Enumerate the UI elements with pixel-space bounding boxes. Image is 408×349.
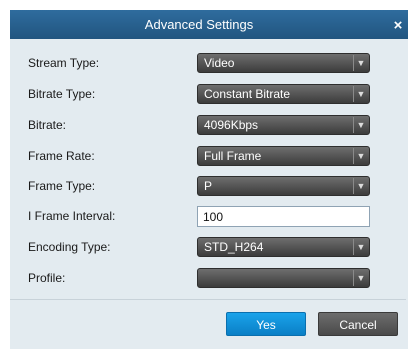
chevron-down-icon[interactable]: ▼ <box>353 178 368 194</box>
chevron-down-icon[interactable]: ▼ <box>353 117 368 133</box>
frame-rate-label: Frame Rate: <box>28 149 95 163</box>
profile-select[interactable]: ▼ <box>197 268 370 288</box>
i-frame-interval-input[interactable] <box>197 206 370 227</box>
frame-rate-value: Full Frame <box>204 149 262 163</box>
close-icon[interactable]: × <box>390 10 406 39</box>
title-bar: Advanced Settings × <box>10 10 408 39</box>
bitrate-type-value: Constant Bitrate <box>204 87 291 101</box>
bitrate-type-select[interactable]: Constant Bitrate ▼ <box>197 84 370 104</box>
i-frame-interval-label: I Frame Interval: <box>28 209 116 223</box>
stream-type-label: Stream Type: <box>28 56 100 70</box>
bitrate-label: Bitrate: <box>28 118 67 132</box>
bitrate-type-label: Bitrate Type: <box>28 87 96 101</box>
dialog-title: Advanced Settings <box>144 17 254 32</box>
chevron-down-icon[interactable]: ▼ <box>353 270 368 286</box>
yes-button[interactable]: Yes <box>226 312 306 336</box>
frame-rate-select[interactable]: Full Frame ▼ <box>197 146 370 166</box>
profile-label: Profile: <box>28 271 66 285</box>
advanced-settings-dialog: Advanced Settings × Stream Type: Video ▼… <box>0 0 408 349</box>
footer-divider <box>10 299 406 300</box>
bitrate-select[interactable]: 4096Kbps ▼ <box>197 115 370 135</box>
frame-type-select[interactable]: P ▼ <box>197 176 370 196</box>
frame-type-value: P <box>204 179 213 193</box>
chevron-down-icon[interactable]: ▼ <box>353 148 368 164</box>
stream-type-select[interactable]: Video ▼ <box>197 53 370 73</box>
encoding-type-label: Encoding Type: <box>28 240 111 254</box>
bitrate-value: 4096Kbps <box>204 118 259 132</box>
cancel-button[interactable]: Cancel <box>318 312 398 336</box>
chevron-down-icon[interactable]: ▼ <box>353 55 368 71</box>
chevron-down-icon[interactable]: ▼ <box>353 239 368 255</box>
chevron-down-icon[interactable]: ▼ <box>353 86 368 102</box>
encoding-type-value: STD_H264 <box>204 240 264 254</box>
stream-type-value: Video <box>204 56 235 70</box>
encoding-type-select[interactable]: STD_H264 ▼ <box>197 237 370 257</box>
frame-type-label: Frame Type: <box>28 179 96 193</box>
